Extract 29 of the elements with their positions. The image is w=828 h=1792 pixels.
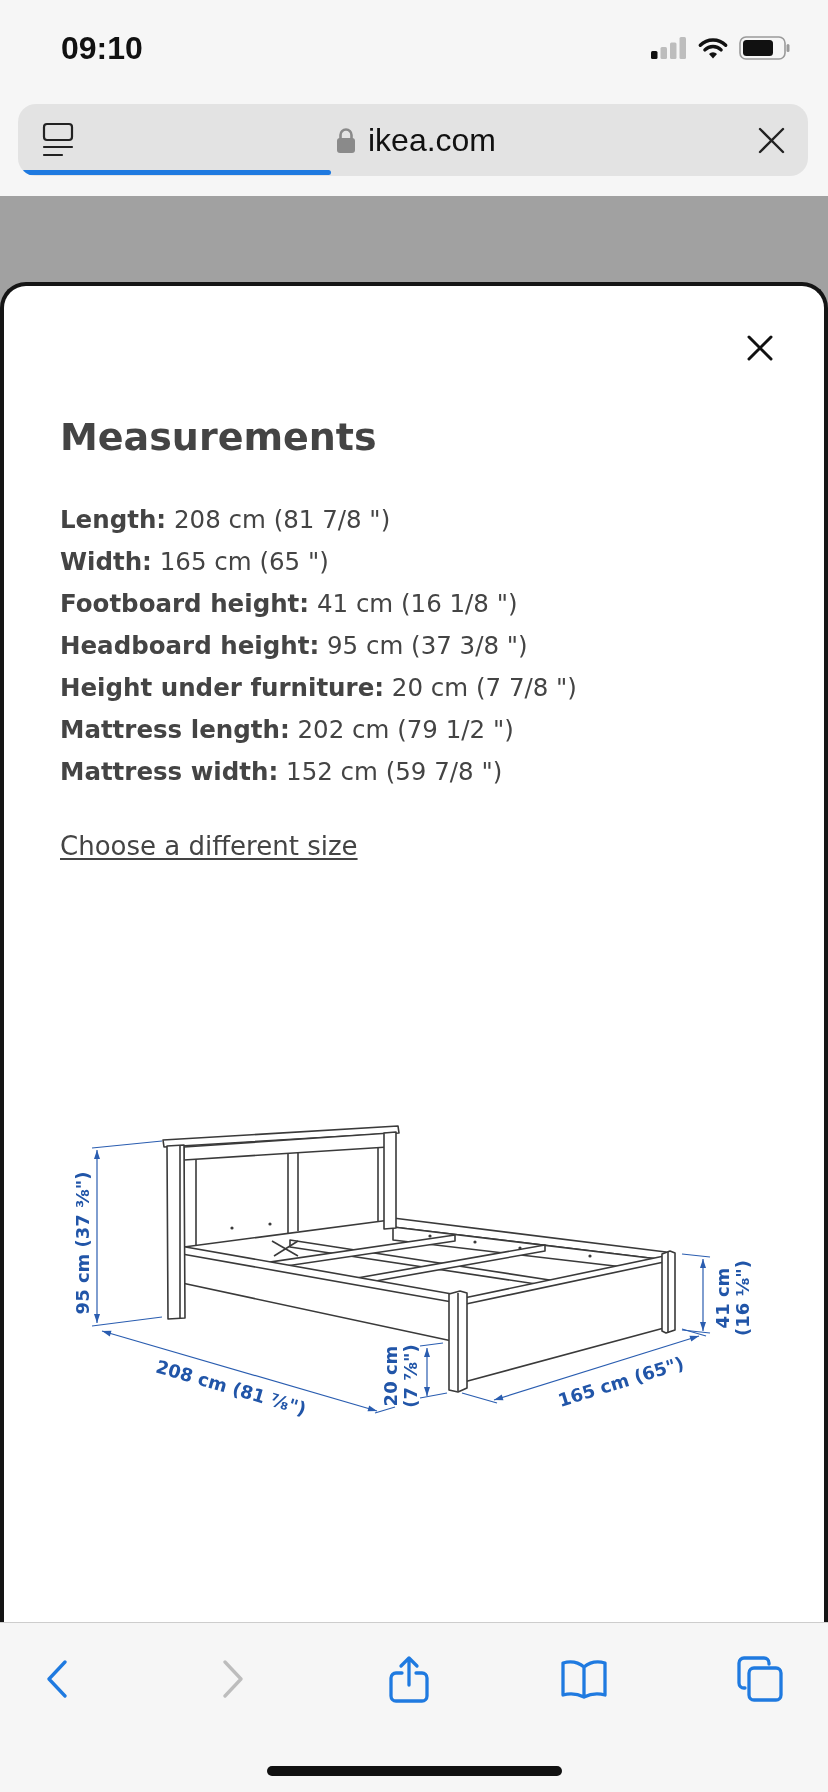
status-time: 09:10 — [61, 29, 143, 67]
share-button[interactable] — [388, 1655, 429, 1703]
measurement-line: Height under furniture: 20 cm (7 7/8 ") — [60, 672, 577, 704]
bookmarks-button[interactable] — [560, 1659, 609, 1699]
close-icon[interactable] — [758, 126, 785, 154]
dimension-label: 208 cm (81 ⅞") — [153, 1355, 309, 1420]
sheet-title: Measurements — [60, 414, 377, 460]
address-bar[interactable]: ikea.com — [18, 104, 808, 176]
close-icon — [747, 335, 773, 361]
wifi-icon — [697, 37, 729, 59]
lock-icon — [335, 126, 356, 154]
page-layout-icon[interactable] — [42, 122, 74, 158]
measurement-line: Headboard height: 95 cm (37 3/8 ") — [60, 630, 528, 662]
dimension-label: 165 cm (65") — [555, 1352, 687, 1411]
signal-icon — [651, 37, 687, 59]
url-text: ikea.com — [367, 121, 496, 159]
dimension-label: 20 cm (7 ⅞") — [380, 1344, 421, 1408]
dimension-label: 95 cm (37 ⅜") — [72, 1171, 93, 1315]
tabs-button[interactable] — [737, 1656, 783, 1702]
back-button[interactable] — [46, 1660, 68, 1698]
measurement-line: Mattress width: 152 cm (59 7/8 ") — [60, 756, 503, 788]
dimension-line — [419, 1342, 448, 1399]
measurement-line: Mattress length: 202 cm (79 1/2 ") — [60, 714, 514, 746]
size-link[interactable]: Choose a different size — [60, 831, 358, 861]
measurement-line: Length: 208 cm (81 7/8 ") — [60, 504, 391, 536]
battery-icon — [739, 36, 790, 60]
measurement-line: Width: 165 cm (65 ") — [60, 546, 329, 578]
measurement-line: Footboard height: 41 cm (16 1/8 ") — [60, 588, 518, 620]
dimension-label: 41 cm (16 ⅛") — [712, 1260, 753, 1336]
